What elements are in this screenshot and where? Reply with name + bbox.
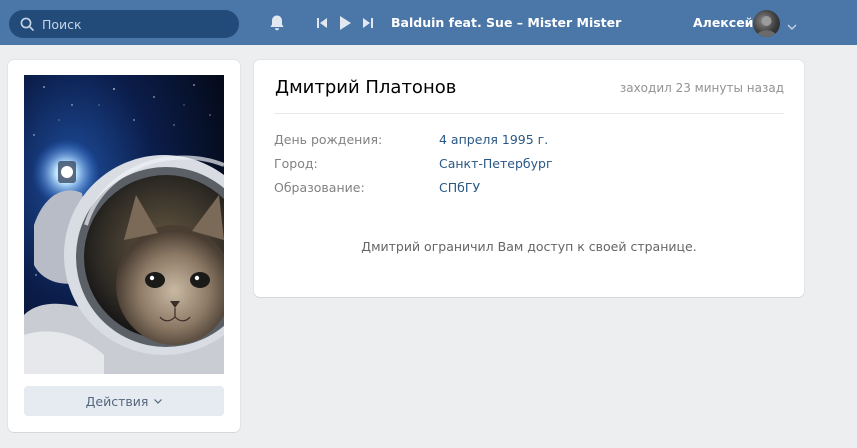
divider: [274, 113, 784, 114]
play-icon[interactable]: [338, 15, 352, 31]
profile-photo[interactable]: [24, 75, 224, 374]
info-label: Город:: [274, 156, 318, 171]
bell-icon[interactable]: [268, 14, 286, 35]
actions-label: Действия: [85, 393, 149, 409]
top-header: Balduin feat. Sue – Mister Mister Алексе…: [0, 0, 857, 45]
chevron-down-icon[interactable]: [787, 19, 797, 33]
profile-photo-card: Действия: [8, 60, 240, 432]
actions-button[interactable]: Действия: [24, 386, 224, 416]
profile-info-card: Дмитрий Платонов заходил 23 минуты назад…: [254, 60, 804, 297]
previous-track-icon[interactable]: [316, 16, 328, 30]
last-seen-status: заходил 23 минуты назад: [619, 81, 784, 95]
search-input[interactable]: [42, 16, 222, 32]
current-user-name[interactable]: Алексей: [693, 15, 753, 30]
info-label: День рождения:: [274, 132, 383, 147]
search-box[interactable]: [9, 10, 239, 38]
info-label: Образование:: [274, 180, 365, 195]
now-playing-track[interactable]: Balduin feat. Sue – Mister Mister: [391, 15, 621, 30]
profile-name: Дмитрий Платонов: [275, 77, 457, 98]
education-link[interactable]: СПбГУ: [439, 180, 480, 195]
birthday-link[interactable]: 4 апреля 1995 г.: [439, 132, 548, 147]
city-link[interactable]: Санкт-Петербург: [439, 156, 553, 171]
restricted-access-notice: Дмитрий ограничил Вам доступ к своей стр…: [361, 239, 697, 254]
next-track-icon[interactable]: [362, 16, 374, 30]
search-icon: [20, 17, 34, 31]
audio-player-controls: [316, 15, 384, 31]
chevron-down-icon: [154, 398, 163, 404]
avatar[interactable]: [753, 10, 780, 37]
